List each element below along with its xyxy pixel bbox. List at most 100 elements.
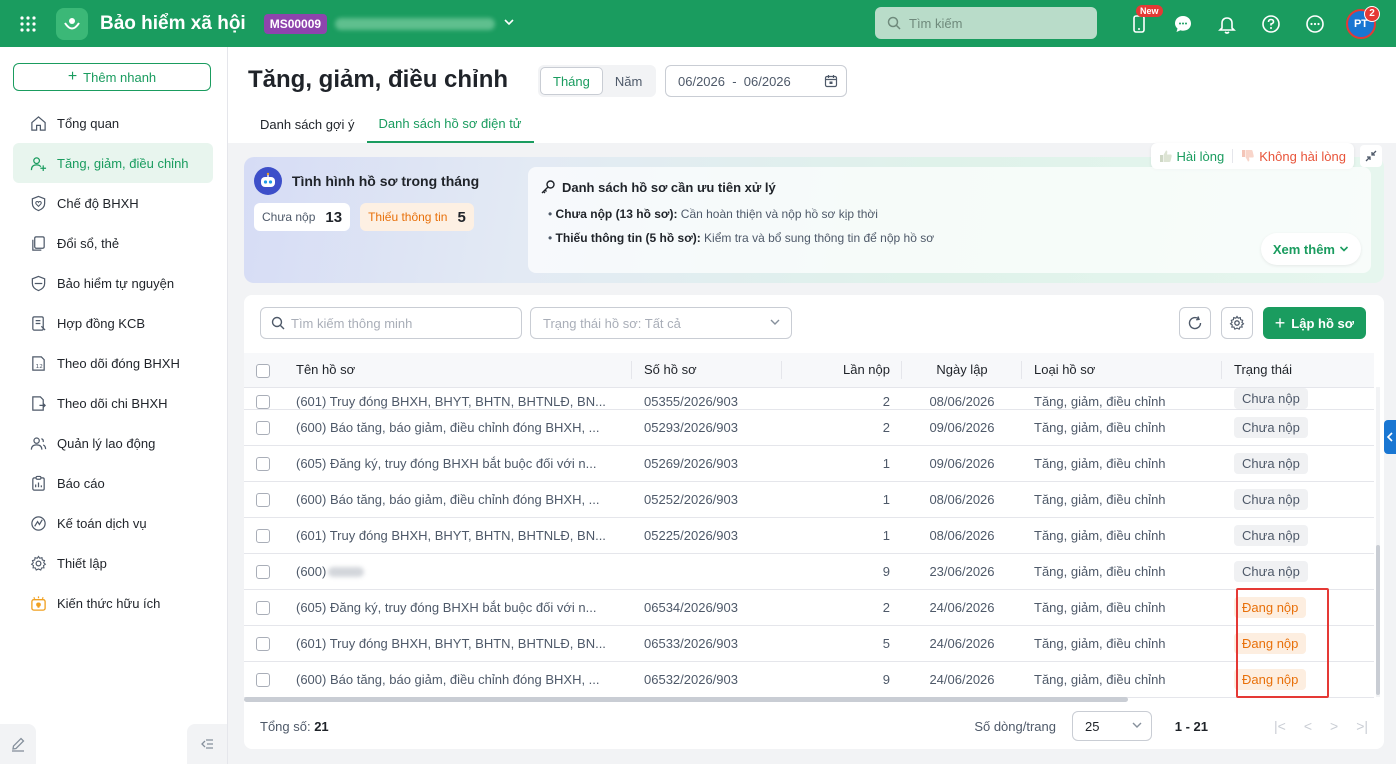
bell-icon[interactable] [1214, 11, 1240, 37]
collapse-sidebar-icon[interactable] [187, 724, 227, 764]
row-checkbox[interactable] [256, 600, 270, 615]
users-icon [29, 434, 47, 452]
sidebar-item-quan-ly-lao-dong[interactable]: Quản lý lao động [13, 423, 213, 463]
table-header-row: Tên hồ sơ Số hồ sơ Lần nộp Ngày lập Loại… [244, 353, 1374, 388]
settings-icon[interactable] [1220, 307, 1253, 339]
see-more-button[interactable]: Xem thêm [1260, 233, 1361, 265]
monthly-status-title: Tình hình hồ sơ trong tháng [291, 173, 480, 189]
sidebar-item-theo-doi-dong[interactable]: 12 Theo dõi đóng BHXH [13, 343, 213, 383]
sidebar-item-theo-doi-chi[interactable]: Theo dõi chi BHXH [13, 383, 213, 423]
prev-page-icon[interactable]: < [1304, 718, 1312, 734]
global-search-input[interactable]: Tìm kiếm [875, 7, 1097, 39]
table-row[interactable]: (600) Báo tăng, báo giảm, điều chỉnh đón… [244, 481, 1374, 518]
column-header-name[interactable]: Tên hồ sơ [284, 353, 632, 388]
collapse-icon[interactable] [1360, 145, 1382, 167]
row-checkbox[interactable] [256, 528, 270, 543]
page-title: Tăng, giảm, điều chỉnh [248, 66, 509, 93]
more-icon[interactable] [1302, 11, 1328, 37]
tab-danh-sach-goi-y[interactable]: Danh sách gợi ý [248, 105, 367, 143]
create-record-label: Lập hồ sơ [1291, 315, 1354, 331]
table-row[interactable]: (600) Báo tăng, báo giảm, điều chỉnh đón… [244, 409, 1374, 446]
column-header-date[interactable]: Ngày lập [902, 353, 1022, 388]
cell-type: Tăng, giảm, điều chỉnh [1022, 409, 1222, 446]
sidebar-item-bh-tu-nguyen[interactable]: Bảo hiểm tự nguyện [13, 263, 213, 303]
accounting-icon [29, 514, 47, 532]
table-row[interactable]: (601) Truy đóng BHXH, BHYT, BHTN, BHTNLĐ… [244, 387, 1374, 410]
table-row[interactable]: (605) Đăng ký, truy đóng BHXH bắt buộc đ… [244, 445, 1374, 482]
missing-info-chip[interactable]: Thiếu thông tin 5 [360, 203, 474, 231]
status-filter-select[interactable]: Trạng thái hồ sơ: Tất cả [530, 307, 792, 339]
chat-icon[interactable] [1170, 11, 1196, 37]
table-row[interactable]: (605) Đăng ký, truy đóng BHXH bắt buộc đ… [244, 589, 1374, 626]
column-header-code[interactable]: Số hồ sơ [632, 353, 782, 388]
sidebar-item-doi-so-the[interactable]: Đổi sổ, thẻ [13, 223, 213, 263]
select-all-cell[interactable] [244, 353, 284, 388]
row-checkbox[interactable] [256, 394, 270, 408]
chevron-down-icon [1339, 246, 1349, 252]
company-name-blurred[interactable] [335, 17, 496, 30]
date-range-picker[interactable]: 06/2026 - 06/2026 [665, 65, 847, 97]
cell-date: 08/06/2026 [902, 517, 1022, 554]
column-header-type[interactable]: Loại hồ sơ [1022, 353, 1222, 388]
horizontal-scrollbar[interactable] [244, 697, 1128, 702]
help-icon[interactable] [1258, 11, 1284, 37]
feedback-good-label: Hài lòng [1176, 148, 1225, 164]
cell-code: 05225/2026/903 [632, 517, 782, 554]
last-page-icon[interactable]: >| [1356, 718, 1368, 734]
quick-add-label: Thêm nhanh [83, 69, 157, 85]
status-badge: Chưa nộp [1234, 416, 1308, 438]
row-checkbox[interactable] [256, 420, 270, 435]
lightbulb-icon [29, 594, 47, 612]
pending-chip[interactable]: Chưa nộp 13 [254, 203, 351, 231]
feedback-bad-button[interactable]: Không hài lòng [1241, 149, 1346, 164]
sidebar-item-tang-giam[interactable]: Tăng, giảm, điều chỉnh [13, 143, 213, 183]
sidebar-item-thiet-lap[interactable]: Thiết lập [13, 543, 213, 583]
period-year-option[interactable]: Năm [603, 67, 654, 95]
app-grid-icon[interactable] [0, 0, 56, 47]
gear-icon [29, 554, 47, 572]
calendar-icon [824, 75, 838, 88]
quick-add-button[interactable]: + Thêm nhanh [13, 63, 211, 91]
sidebar-item-ke-toan-dich-vu[interactable]: Kế toán dịch vụ [13, 503, 213, 543]
pending-chip-label: Chưa nộp [262, 210, 316, 224]
see-more-label: Xem thêm [1272, 241, 1335, 257]
edit-icon[interactable] [0, 724, 36, 764]
smart-search-input[interactable]: Tìm kiếm thông minh [260, 307, 522, 339]
row-checkbox[interactable] [256, 564, 270, 579]
sidebar-item-tong-quan[interactable]: Tổng quan [13, 103, 213, 143]
vertical-scrollbar-thumb[interactable] [1376, 545, 1380, 695]
sidebar-item-bao-cao[interactable]: Báo cáo [13, 463, 213, 503]
column-header-status[interactable]: Trạng thái [1222, 353, 1374, 388]
column-header-times[interactable]: Lần nộp [782, 353, 902, 388]
sidebar-item-hop-dong-kcb[interactable]: Hợp đồng KCB [13, 303, 213, 343]
tab-danh-sach-ho-so-dien-tu[interactable]: Danh sách hồ sơ điện tử [366, 105, 534, 143]
side-panel-toggle-icon[interactable] [1384, 420, 1396, 454]
cell-date: 09/06/2026 [902, 445, 1022, 482]
row-checkbox[interactable] [256, 636, 270, 651]
company-code-badge[interactable]: MS00009 [263, 13, 328, 34]
table-row[interactable]: (601) Truy đóng BHXH, BHYT, BHTN, BHTNLĐ… [244, 625, 1374, 662]
refresh-icon[interactable] [1178, 307, 1211, 339]
table-row[interactable]: (600) Báo tăng, báo giảm, điều chỉnh đón… [244, 661, 1374, 698]
create-record-button[interactable]: + Lập hồ sơ [1262, 307, 1366, 339]
rows-per-page-select[interactable]: 25 [1072, 711, 1152, 741]
smart-search-placeholder: Tìm kiếm thông minh [291, 315, 413, 331]
table-row[interactable]: (600) 9 23/06/2026 Tăng, giảm, điều chỉnh Ch… [244, 553, 1374, 590]
select-all-checkbox[interactable] [256, 363, 270, 378]
cell-date: 09/06/2026 [902, 409, 1022, 446]
sidebar-item-che-do-bhxh[interactable]: Chế độ BHXH [13, 183, 213, 223]
table-row[interactable]: (601) Truy đóng BHXH, BHYT, BHTN, BHTNLĐ… [244, 517, 1374, 554]
cell-name: (605) Đăng ký, truy đóng BHXH bắt buộc đ… [284, 589, 632, 626]
row-checkbox[interactable] [256, 456, 270, 471]
avatar[interactable]: PT 2 [1346, 5, 1380, 39]
row-checkbox[interactable] [256, 672, 270, 687]
period-month-option[interactable]: Tháng [540, 67, 603, 95]
mobile-app-icon[interactable]: New [1126, 4, 1163, 37]
chevron-down-icon[interactable] [503, 16, 515, 31]
row-checkbox[interactable] [256, 492, 270, 507]
sidebar-item-kien-thuc[interactable]: Kiến thức hữu ích [13, 583, 213, 623]
notification-count-badge: 2 [1364, 5, 1380, 22]
feedback-good-button[interactable]: Hài lòng [1159, 148, 1225, 164]
first-page-icon[interactable]: |< [1274, 718, 1286, 734]
next-page-icon[interactable]: > [1330, 718, 1338, 734]
